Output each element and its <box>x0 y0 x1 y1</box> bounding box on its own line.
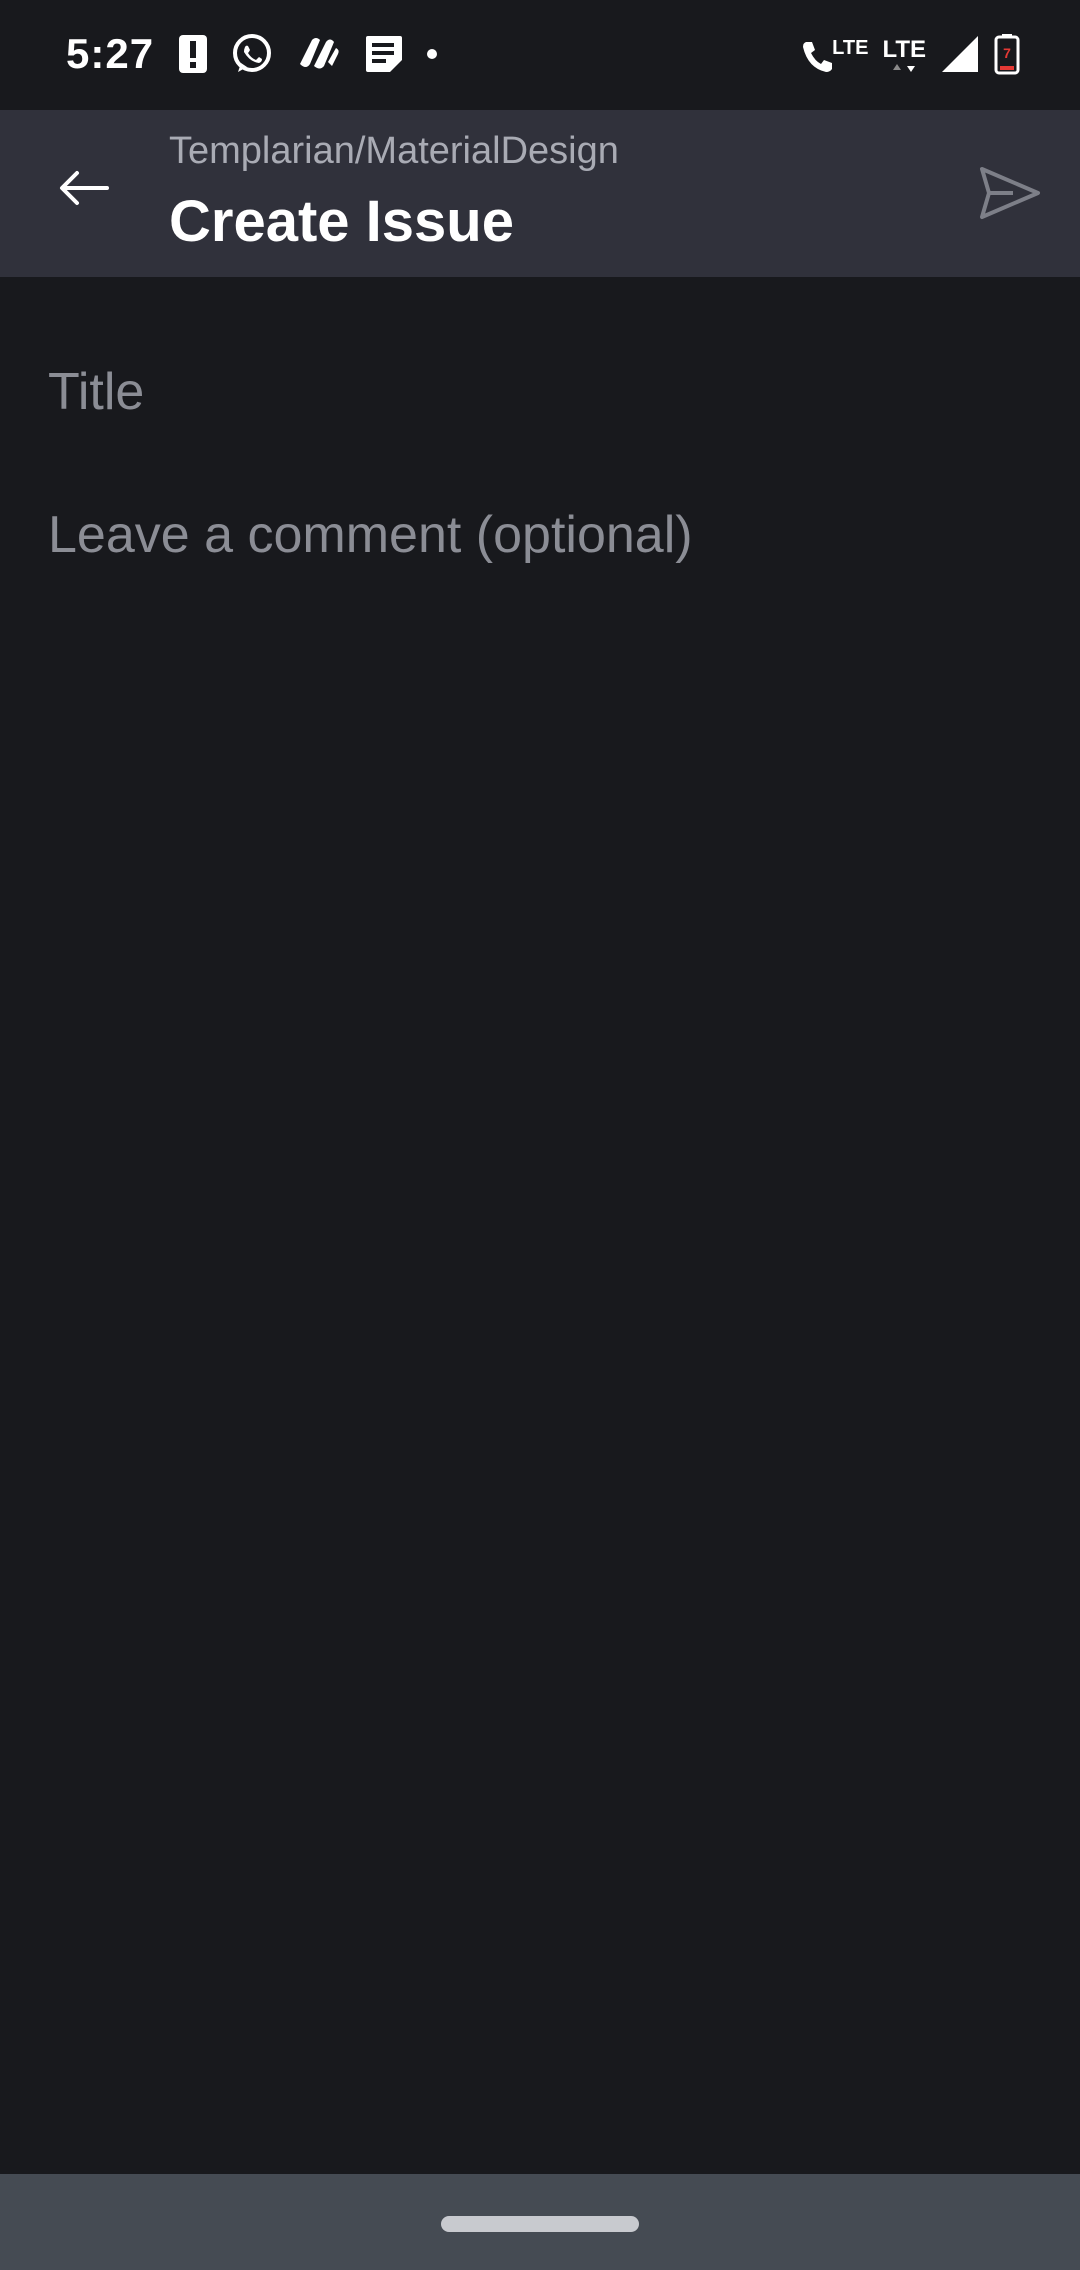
home-handle[interactable] <box>441 2216 639 2232</box>
comment-input[interactable] <box>48 503 1032 663</box>
app-icon <box>296 34 342 79</box>
arrow-left-icon <box>59 170 109 211</box>
whatsapp-icon <box>230 32 274 81</box>
notification-dot-icon <box>426 47 438 65</box>
lte-call-label: LTE <box>832 37 869 59</box>
send-icon <box>979 166 1041 225</box>
title-input[interactable] <box>48 357 1032 427</box>
issue-form <box>0 277 1080 2174</box>
battery-icon: 7 <box>994 33 1020 80</box>
signal-icon <box>940 34 980 79</box>
status-bar: 5:27 LTE LTE 7 <box>0 0 1080 110</box>
lte-data-label: LTE <box>882 36 926 63</box>
repository-name: Templarian/MaterialDesign <box>169 130 619 172</box>
notes-icon <box>364 34 404 79</box>
lte-data-icon: LTE <box>882 38 926 74</box>
app-bar: Templarian/MaterialDesign Create Issue <box>0 110 1080 277</box>
send-button[interactable] <box>970 155 1050 235</box>
back-button[interactable] <box>42 148 126 232</box>
navigation-bar <box>0 2174 1080 2270</box>
status-time: 5:27 <box>66 30 155 77</box>
lte-call-icon: LTE <box>800 38 868 74</box>
alert-icon <box>178 34 208 79</box>
page-title: Create Issue <box>169 189 514 254</box>
system-icons: LTE LTE 7 <box>800 28 1020 84</box>
notification-icons <box>178 30 438 82</box>
battery-level: 7 <box>1003 44 1011 61</box>
